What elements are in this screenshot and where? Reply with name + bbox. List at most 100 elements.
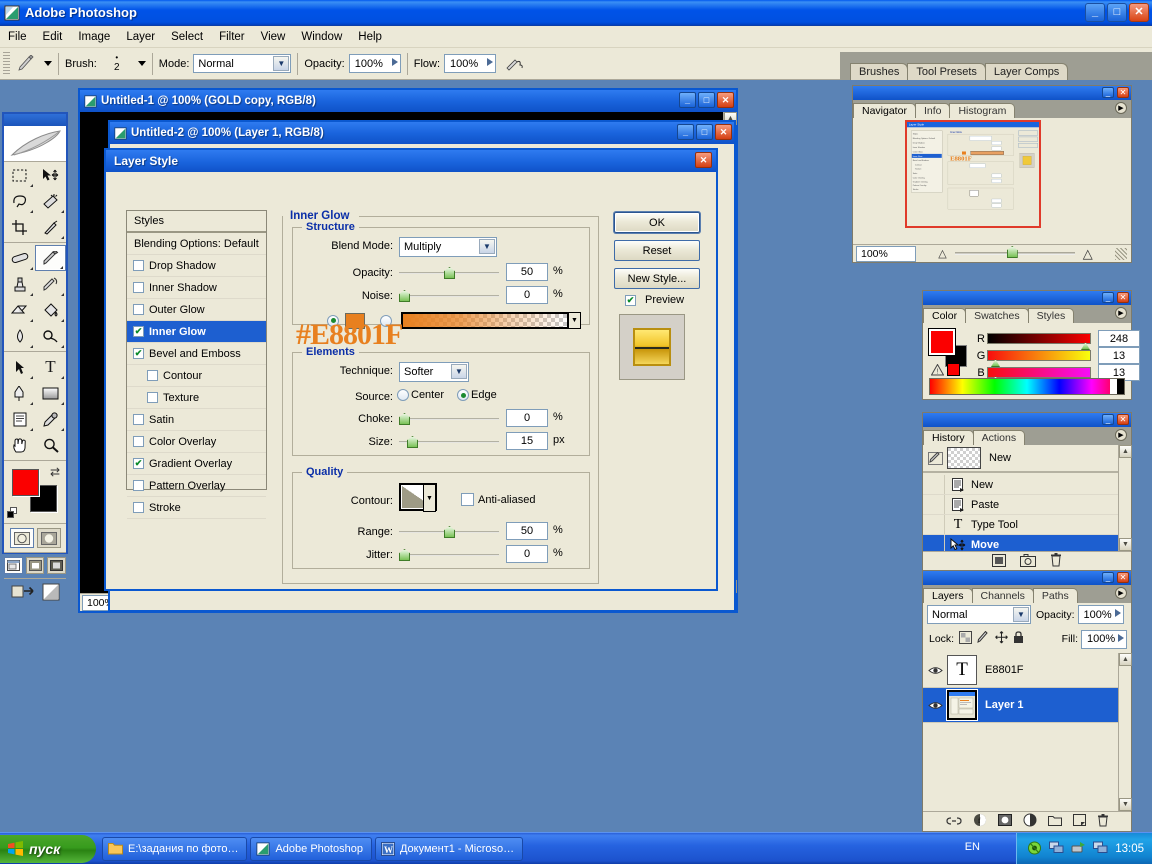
maximize-button[interactable]: □ [1107,3,1127,22]
opacity-input[interactable]: 100% [348,54,401,73]
style-row[interactable]: Outer Glow [127,299,266,321]
layer-thumbnail-text[interactable]: T [947,655,977,685]
doc2-close-button[interactable]: ✕ [715,124,732,140]
channel-slider-g[interactable] [987,350,1091,367]
shape-tool[interactable] [35,380,66,406]
layer-visibility-eye-icon[interactable] [923,700,947,711]
zoom-tool[interactable] [35,432,66,458]
style-checkbox[interactable] [133,348,144,359]
clone-stamp-tool[interactable] [4,271,35,297]
layer-thumbnail-image[interactable] [946,689,978,721]
slider-knob[interactable] [1081,342,1090,350]
source-edge-option[interactable]: Edge [457,389,497,401]
layer-style-titlebar[interactable]: Layer Style ✕ [106,150,716,172]
navigator-menu-icon[interactable]: ▶ [1115,102,1127,114]
history-state-row[interactable]: New [923,475,1118,495]
style-row[interactable]: Blending Options: Default [127,233,266,255]
slider-knob[interactable] [399,549,410,561]
taskbar-button-explorer[interactable]: E:\задания по фото… [102,836,248,861]
standard-screen-mode-icon[interactable] [4,557,23,574]
new-document-icon[interactable] [992,553,1006,570]
tab-paths[interactable]: Paths [1032,588,1078,603]
history-titlebar[interactable]: _ ✕ [923,413,1131,427]
style-checkbox[interactable] [133,260,144,271]
style-checkbox[interactable] [133,304,144,315]
size-input[interactable]: 15 [506,432,548,450]
healing-brush-tool[interactable] [4,245,35,271]
delete-layer-icon[interactable] [1097,813,1109,830]
layer-style-close-button[interactable]: ✕ [695,152,712,168]
network2-icon[interactable] [1093,841,1108,857]
tab-navigator[interactable]: Navigator [853,103,916,118]
tab-color[interactable]: Color [923,308,967,323]
chevron-down-icon[interactable]: ▼ [1013,607,1029,622]
history-state-checkbox[interactable] [923,515,945,534]
layers-minimize-button[interactable]: _ [1102,572,1114,583]
doc1-maximize-button[interactable]: □ [698,92,715,108]
tab-history[interactable]: History [923,430,974,445]
imageready-icon[interactable] [42,583,60,601]
layer-row-text[interactable]: T E8801F [923,653,1118,688]
menu-window[interactable]: Window [293,29,350,45]
layers-opacity-input[interactable]: 100% [1077,605,1124,624]
choke-slider[interactable] [399,413,499,425]
foreground-color-swatch[interactable] [12,469,39,496]
choke-input[interactable]: 0 [506,409,548,427]
chevron-down-icon[interactable]: ▼ [273,56,290,71]
default-colors-icon[interactable] [7,507,19,519]
scroll-down-icon[interactable]: ▼ [1119,538,1132,551]
brush-tool-icon[interactable] [13,52,39,76]
jump-to-imageready-icon[interactable] [11,583,37,601]
network-icon[interactable] [1049,841,1064,857]
inner-glow-blend-mode-select[interactable]: Multiply ▼ [399,237,497,257]
reset-button[interactable]: Reset [614,240,700,261]
channel-value-g[interactable]: 13 [1098,347,1140,364]
style-checkbox[interactable] [133,502,144,513]
slider-knob[interactable] [407,436,418,448]
tab-swatches[interactable]: Swatches [965,308,1029,323]
close-button[interactable]: ✕ [1129,3,1149,22]
taskbar-button-word[interactable]: W Документ1 - Microso… [374,836,524,861]
swap-colors-icon[interactable]: ⇄ [50,465,60,479]
zoom-in-icon[interactable]: △ [1083,246,1093,262]
style-row[interactable]: Gradient Overlay [127,453,266,475]
new-group-icon[interactable] [1047,815,1062,829]
brush-preset-chevron-down-icon[interactable] [44,61,52,66]
style-checkbox[interactable] [133,436,144,447]
quick-mask-mode-icon[interactable] [36,528,61,548]
full-screen-mode-icon[interactable] [47,557,67,574]
layers-menu-icon[interactable]: ▶ [1115,587,1127,599]
style-row[interactable]: Satin [127,409,266,431]
lock-position-icon[interactable] [995,631,1008,647]
preview-option[interactable]: Preview [625,294,684,306]
history-minimize-button[interactable]: _ [1102,414,1114,425]
taskbar-clock[interactable]: 13:05 [1115,843,1144,855]
color-minimize-button[interactable]: _ [1102,292,1114,303]
style-checkbox[interactable] [133,480,144,491]
opacity-flyout-icon[interactable] [1114,609,1121,617]
scroll-up-icon[interactable]: ▲ [1119,445,1132,458]
flow-flyout-icon[interactable] [487,58,494,66]
document-2-titlebar[interactable]: Untitled-2 @ 100% (Layer 1, RGB/8) _ □ ✕ [110,122,734,144]
color-palette-menu-icon[interactable]: ▶ [1115,307,1127,319]
layers-scrollbar[interactable]: ▲ ▼ [1118,653,1132,811]
new-style-button[interactable]: New Style... [614,268,700,289]
magic-wand-tool[interactable] [35,188,66,214]
doc2-minimize-button[interactable]: _ [677,124,694,140]
style-row[interactable]: Pattern Overlay [127,475,266,497]
adjustment-layer-icon[interactable] [1023,813,1037,830]
tab-brushes[interactable]: Brushes [850,63,909,80]
blur-tool[interactable] [4,323,35,349]
slider-knob[interactable] [991,359,1000,367]
toolbox-drag-handle[interactable] [4,114,66,126]
gamut-substitute-swatch[interactable] [947,363,960,376]
tab-info[interactable]: Info [914,103,951,118]
navigator-titlebar[interactable]: _ ✕ [853,86,1131,100]
flow-input[interactable]: 100% [444,54,497,73]
slider-knob[interactable] [399,290,410,302]
menu-select[interactable]: Select [163,29,211,45]
eyedropper-tool[interactable] [35,406,66,432]
range-slider[interactable] [399,526,499,538]
slider-knob[interactable] [444,526,455,538]
new-layer-icon[interactable] [1072,814,1086,829]
